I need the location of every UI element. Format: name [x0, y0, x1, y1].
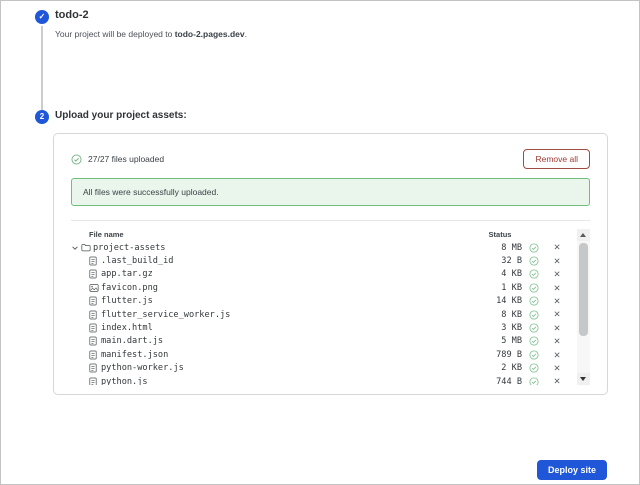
remove-file-icon[interactable]: ✕: [546, 337, 568, 346]
file-icon: [89, 256, 101, 266]
file-icon: [89, 350, 101, 360]
uploaded-check-icon: [529, 243, 539, 253]
file-name: manifest.json: [101, 350, 480, 360]
file-name: python-worker.js: [101, 363, 480, 373]
step2-number-badge: 2: [35, 110, 49, 124]
deploy-site-button[interactable]: Deploy site: [537, 460, 607, 480]
file-size: 744 B: [480, 377, 522, 385]
project-name-title: todo-2: [55, 9, 89, 21]
remove-file-icon[interactable]: ✕: [546, 324, 568, 333]
remove-file-icon[interactable]: ✕: [546, 243, 568, 252]
table-row: main.dart.js 5 MB ✕: [71, 335, 568, 348]
scrollbar-up-arrow-icon[interactable]: [577, 229, 590, 241]
upload-step-title: Upload your project assets:: [55, 110, 187, 121]
uploaded-check-icon: [529, 323, 539, 333]
file-icon: [89, 296, 101, 306]
uploaded-check-icon: [529, 310, 539, 320]
file-name: index.html: [101, 323, 480, 333]
uploaded-check-icon: [529, 336, 539, 346]
chevron-down-icon[interactable]: [71, 244, 81, 252]
image-icon: [89, 284, 101, 292]
uploaded-check-icon: [529, 363, 539, 373]
file-size: 2 KB: [480, 363, 522, 373]
file-name-column-header: File name: [71, 230, 478, 239]
remove-file-icon[interactable]: ✕: [546, 377, 568, 385]
remove-file-icon[interactable]: ✕: [546, 351, 568, 360]
file-size: 4 KB: [480, 269, 522, 279]
file-name: flutter.js: [101, 296, 480, 306]
file-size: 8 MB: [480, 243, 522, 253]
scrollbar-down-arrow-icon[interactable]: [577, 373, 590, 385]
upload-success-banner: All files were successfully uploaded.: [71, 178, 590, 206]
file-name: flutter_service_worker.js: [101, 310, 480, 320]
remove-file-icon[interactable]: ✕: [546, 270, 568, 279]
file-icon: [89, 363, 101, 373]
file-icon: [89, 269, 101, 279]
table-row: manifest.json 789 B ✕: [71, 348, 568, 361]
remove-file-icon[interactable]: ✕: [546, 364, 568, 373]
uploaded-check-icon: [529, 283, 539, 293]
remove-file-icon[interactable]: ✕: [546, 257, 568, 266]
file-icon: [89, 336, 101, 346]
uploaded-check-icon: [529, 296, 539, 306]
upload-summary-text: 27/27 files uploaded: [88, 154, 164, 164]
file-size: 789 B: [480, 350, 522, 360]
remove-all-button[interactable]: Remove all: [523, 149, 590, 169]
file-size: 14 KB: [480, 296, 522, 306]
status-column-header: Status: [478, 230, 522, 239]
deploy-target-prefix: Your project will be deployed to: [55, 29, 175, 39]
upload-summary: 27/27 files uploaded: [71, 154, 164, 165]
file-name: app.tar.gz: [101, 269, 480, 279]
uploaded-check-icon: [529, 269, 539, 279]
step1-complete-badge: ✓: [35, 10, 49, 24]
file-table: File name Status project-assets 8 MB ✕ .…: [71, 227, 590, 385]
scrollbar-thumb[interactable]: [579, 243, 588, 336]
check-circle-icon: [71, 154, 82, 165]
uploaded-check-icon: [529, 377, 539, 385]
file-size: 32 B: [480, 256, 522, 266]
remove-file-icon[interactable]: ✕: [546, 310, 568, 319]
file-list: project-assets 8 MB ✕ .last_build_id 32 …: [71, 241, 568, 385]
stepper-connector-line: [41, 26, 43, 111]
uploaded-check-icon: [529, 350, 539, 360]
file-size: 5 MB: [480, 336, 522, 346]
check-icon: ✓: [39, 13, 46, 21]
upload-assets-card: 27/27 files uploaded Remove all All file…: [53, 133, 608, 395]
file-table-content: File name Status project-assets 8 MB ✕ .…: [71, 227, 590, 385]
file-size: 3 KB: [480, 323, 522, 333]
table-row: project-assets 8 MB ✕: [71, 241, 568, 254]
file-icon: [89, 377, 101, 385]
table-row: app.tar.gz 4 KB ✕: [71, 268, 568, 281]
uploaded-check-icon: [529, 256, 539, 266]
remove-file-icon[interactable]: ✕: [546, 297, 568, 306]
step2-number: 2: [40, 113, 44, 121]
deploy-target-suffix: .: [245, 29, 247, 39]
file-list-scrollbar[interactable]: [577, 229, 590, 385]
table-row: .last_build_id 32 B ✕: [71, 254, 568, 267]
remove-file-icon[interactable]: ✕: [546, 284, 568, 293]
file-name: main.dart.js: [101, 336, 480, 346]
file-name: .last_build_id: [101, 256, 480, 266]
file-size: 8 KB: [480, 310, 522, 320]
table-row: favicon.png 1 KB ✕: [71, 281, 568, 294]
pages-deploy-screen: { "colors": { "accent_blue": "#2056d8", …: [0, 0, 640, 485]
table-row: flutter.js 14 KB ✕: [71, 295, 568, 308]
scrollbar-track[interactable]: [577, 241, 590, 373]
file-size: 1 KB: [480, 283, 522, 293]
file-name: python.js: [101, 377, 480, 385]
file-name: favicon.png: [101, 283, 480, 293]
file-name: project-assets: [93, 243, 480, 253]
table-row: python.js 744 B ✕: [71, 375, 568, 385]
folder-icon: [81, 243, 93, 252]
deploy-target-text: Your project will be deployed to todo-2.…: [55, 29, 247, 39]
table-row: index.html 3 KB ✕: [71, 321, 568, 334]
table-divider: [71, 220, 590, 221]
upload-summary-row: 27/27 files uploaded Remove all: [71, 148, 590, 170]
table-row: python-worker.js 2 KB ✕: [71, 362, 568, 375]
table-row: flutter_service_worker.js 8 KB ✕: [71, 308, 568, 321]
file-icon: [89, 310, 101, 320]
file-table-header: File name Status: [71, 227, 568, 241]
deploy-target-domain: todo-2.pages.dev: [175, 29, 245, 39]
file-icon: [89, 323, 101, 333]
